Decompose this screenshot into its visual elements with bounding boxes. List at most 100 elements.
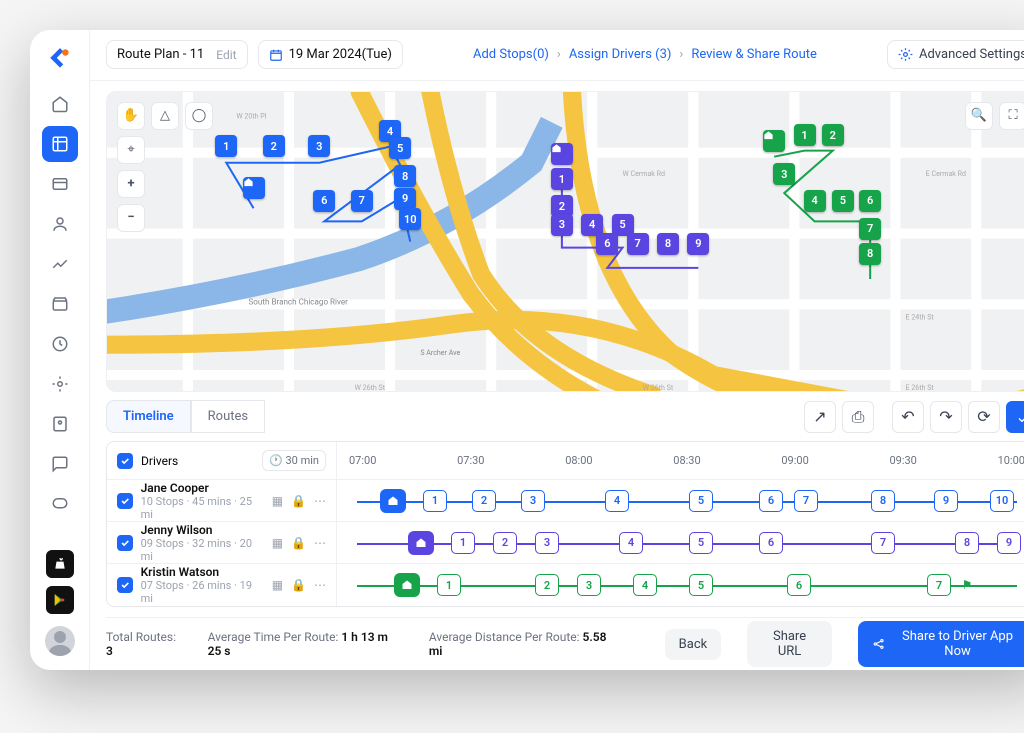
export-icon[interactable]: ↗ [804,401,836,433]
interval-badge[interactable]: 🕐 30 min [262,450,326,471]
map-stop-marker[interactable]: 7 [351,190,373,212]
route-map[interactable]: South Branch Chicago River S Archer Ave … [106,91,1024,392]
back-button[interactable]: Back [665,629,722,660]
user-avatar[interactable] [45,626,75,656]
map-stop-marker[interactable]: 7 [627,233,649,255]
more-icon[interactable]: ⋯ [314,536,326,550]
calendar-icon[interactable]: ▦ [272,494,283,508]
timeline-home[interactable] [394,573,420,597]
calendar-icon[interactable]: ▦ [272,578,283,592]
more-icon[interactable]: ⋯ [314,578,326,592]
advanced-settings[interactable]: Advanced Settings [887,40,1024,69]
play-store-badge[interactable] [46,586,74,614]
locate-tool[interactable]: ⌖ [117,136,145,164]
driver-checkbox[interactable] [117,535,133,551]
share-driver-button[interactable]: Share to Driver App Now [858,621,1024,667]
zoom-out[interactable]: − [117,204,145,232]
nav-users[interactable] [42,206,78,242]
map-stop-marker[interactable]: 8 [394,165,416,187]
timeline-stop[interactable]: 9 [934,490,958,512]
nav-list[interactable] [42,166,78,202]
map-home-marker[interactable] [243,177,265,199]
timeline-stop[interactable]: 2 [472,490,496,512]
tab-routes[interactable]: Routes [191,400,265,433]
map-stop-marker[interactable]: 10 [399,208,421,230]
timeline-home[interactable] [380,489,406,513]
timeline-stop[interactable]: 10 [990,490,1014,512]
timeline-stop[interactable]: 6 [787,574,811,596]
collapse-icon[interactable]: ⌄ [1006,401,1024,433]
lock-icon[interactable]: 🔒 [291,494,306,508]
nav-feedback[interactable] [42,446,78,482]
map-stop-marker[interactable]: 7 [859,218,881,240]
timeline-stop[interactable]: 3 [521,490,545,512]
map-home-marker[interactable] [551,143,573,165]
plan-chip[interactable]: Route Plan - 11 Edit [106,40,248,69]
lock-icon[interactable]: 🔒 [291,578,306,592]
timeline-stop[interactable]: 3 [535,532,559,554]
calendar-icon[interactable]: ▦ [272,536,283,550]
shape-tool[interactable]: ◯ [185,102,213,130]
history-icon[interactable]: ⟳ [968,401,1000,433]
driver-checkbox[interactable] [117,493,133,509]
timeline-stop[interactable]: 5 [689,574,713,596]
timeline-stop[interactable]: 7 [794,490,818,512]
print-icon[interactable]: ⎙ [842,401,874,433]
polygon-tool[interactable]: △ [151,102,179,130]
timeline-home[interactable] [408,531,434,555]
select-all-checkbox[interactable] [117,453,133,469]
nav-contact[interactable] [42,406,78,442]
map-stop-marker[interactable]: 3 [308,135,330,157]
timeline-stop[interactable]: 8 [871,490,895,512]
timeline-stop[interactable]: 2 [493,532,517,554]
map-home-marker[interactable] [763,130,785,152]
app-store-badge[interactable] [46,550,74,578]
timeline-stop[interactable]: 7 [927,574,951,596]
timeline-stop[interactable]: 8 [955,532,979,554]
timeline-stop[interactable]: 5 [689,532,713,554]
timeline-stop[interactable]: 4 [633,574,657,596]
crumb-add-stops[interactable]: Add Stops(0) [473,47,549,62]
nav-analytics[interactable] [42,246,78,282]
nav-chat[interactable] [42,486,78,522]
timeline-stop[interactable]: 6 [759,490,783,512]
map-stop-marker[interactable]: 3 [773,163,795,185]
undo-icon[interactable]: ↶ [892,401,924,433]
tab-timeline[interactable]: Timeline [106,400,191,433]
timeline-stop[interactable]: 4 [619,532,643,554]
map-stop-marker[interactable]: 9 [394,188,416,210]
timeline-stop[interactable]: 9 [997,532,1021,554]
share-url-button[interactable]: Share URL [747,621,832,667]
nav-home[interactable] [42,86,78,122]
map-stop-marker[interactable]: 6 [859,190,881,212]
search-map[interactable]: 🔍 [965,102,993,130]
timeline-stop[interactable]: 4 [605,490,629,512]
map-stop-marker[interactable]: 2 [822,124,844,146]
nav-store[interactable] [42,286,78,322]
timeline-stop[interactable]: 1 [451,532,475,554]
map-stop-marker[interactable]: 5 [389,137,411,159]
map-stop-marker[interactable]: 5 [832,190,854,212]
timeline-stop[interactable]: 1 [423,490,447,512]
timeline-stop[interactable]: 2 [535,574,559,596]
date-chip[interactable]: 19 Mar 2024(Tue) [258,40,403,69]
map-stop-marker[interactable]: 2 [263,135,285,157]
driver-checkbox[interactable] [117,577,133,593]
map-stop-marker[interactable]: 1 [794,124,816,146]
edit-link[interactable]: Edit [216,48,236,62]
map-stop-marker[interactable]: 8 [859,243,881,265]
timeline-stop[interactable]: 7 [871,532,895,554]
map-stop-marker[interactable]: 1 [551,168,573,190]
map-stop-marker[interactable]: 1 [215,135,237,157]
crumb-review-share[interactable]: Review & Share Route [691,47,817,62]
timeline-stop[interactable]: 3 [577,574,601,596]
map-stop-marker[interactable]: 9 [687,233,709,255]
crumb-assign-drivers[interactable]: Assign Drivers (3) [569,47,672,62]
map-stop-marker[interactable]: 3 [551,214,573,236]
fullscreen[interactable]: ⛶ [999,102,1024,130]
map-stop-marker[interactable]: 8 [657,233,679,255]
nav-locate[interactable] [42,366,78,402]
nav-history[interactable] [42,326,78,362]
zoom-in[interactable]: + [117,170,145,198]
pan-tool[interactable]: ✋ [117,102,145,130]
